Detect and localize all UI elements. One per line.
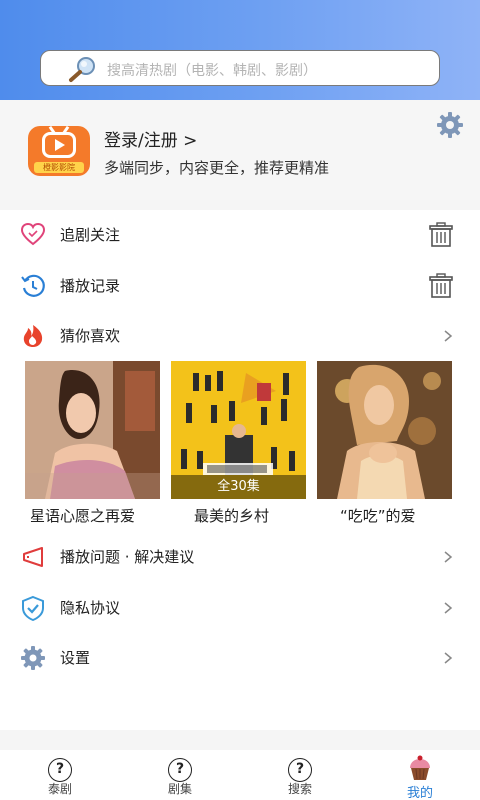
settings-gear-icon[interactable] [436,111,464,139]
tab-label: 泰剧 [47,782,72,796]
menu-item-label: 猜你喜欢 [60,327,121,345]
poster-image [317,361,452,499]
menu-item-feedback[interactable]: 播放问题 · 解决建议 [0,532,480,582]
search-placeholder: 搜高清热剧（电影、韩剧、影剧） [107,63,317,79]
menu-item-label: 设置 [60,649,91,667]
profile-card: 橙影影院 登录/注册 > 多端同步，内容更全，推荐更精准 [0,100,480,200]
chevron-right-icon [444,602,453,614]
heart-icon [20,222,46,246]
history-clock-icon [21,274,45,297]
app-header: 搜高清热剧（电影、韩剧、影剧） [0,0,480,100]
cupcake-icon [410,755,430,780]
menu-item-privacy[interactable]: 隐私协议 [0,583,480,633]
flame-icon [23,325,43,347]
tab-thai-drama[interactable]: ? 泰剧 [0,750,120,800]
question-icon: ? [168,758,192,782]
tab-search[interactable]: ? 搜索 [240,750,360,800]
recommendation-carousel: 星语心愿之再爱 全30集 最美的乡村 “吃吃”的爱 [0,361,480,531]
question-icon: ? [48,758,72,782]
menu-item-follow[interactable]: 追剧关注 [0,210,480,260]
tab-series[interactable]: ? 剧集 [120,750,240,800]
app-logo: 橙影影院 [28,126,90,176]
profile-subtitle: 多端同步，内容更全，推荐更精准 [104,159,330,177]
tab-label: 我的 [406,786,433,800]
menu-item-guess[interactable]: 猜你喜欢 [0,311,480,361]
poster-card[interactable]: 全30集 [171,361,306,499]
tab-label: 搜索 [287,782,312,796]
poster-card[interactable] [25,361,160,499]
chevron-right-icon [444,551,453,563]
magnifier-icon [69,57,95,82]
menu-item-label: 播放记录 [60,277,121,295]
bottom-tab-bar: ? 泰剧 ? 剧集 ? 搜索 我的 [0,750,480,800]
chevron-right-icon [444,330,453,342]
chevron-right-icon [444,652,453,664]
poster-title[interactable]: 最美的乡村 [194,505,344,526]
megaphone-icon [23,547,43,567]
tab-mine[interactable]: 我的 [360,750,480,800]
logo-tag: 橙影影院 [34,162,84,173]
menu-item-settings[interactable]: 设置 [0,633,480,683]
gear-icon [21,646,45,670]
poster-title[interactable]: “吃吃”的爱 [340,505,480,526]
login-register-link[interactable]: 登录/注册 > [104,126,197,151]
poster-card[interactable] [317,361,452,499]
trash-icon[interactable] [428,273,454,299]
trash-icon[interactable] [428,222,454,248]
poster-image [25,361,160,499]
episode-badge: 全30集 [171,475,306,499]
search-bar[interactable]: 搜高清热剧（电影、韩剧、影剧） [40,50,440,86]
menu-item-label: 播放问题 · 解决建议 [60,548,195,566]
tab-label: 剧集 [167,782,192,796]
menu-list: 追剧关注 播放记录 猜你喜欢 星语心愿之再爱 全30集 最美的乡村 “吃吃”的爱… [0,210,480,730]
poster-title[interactable]: 星语心愿之再爱 [30,505,180,526]
menu-item-label: 追剧关注 [60,226,121,244]
menu-item-history[interactable]: 播放记录 [0,261,480,311]
shield-check-icon [22,595,44,621]
question-icon: ? [288,758,312,782]
menu-item-label: 隐私协议 [60,599,121,617]
